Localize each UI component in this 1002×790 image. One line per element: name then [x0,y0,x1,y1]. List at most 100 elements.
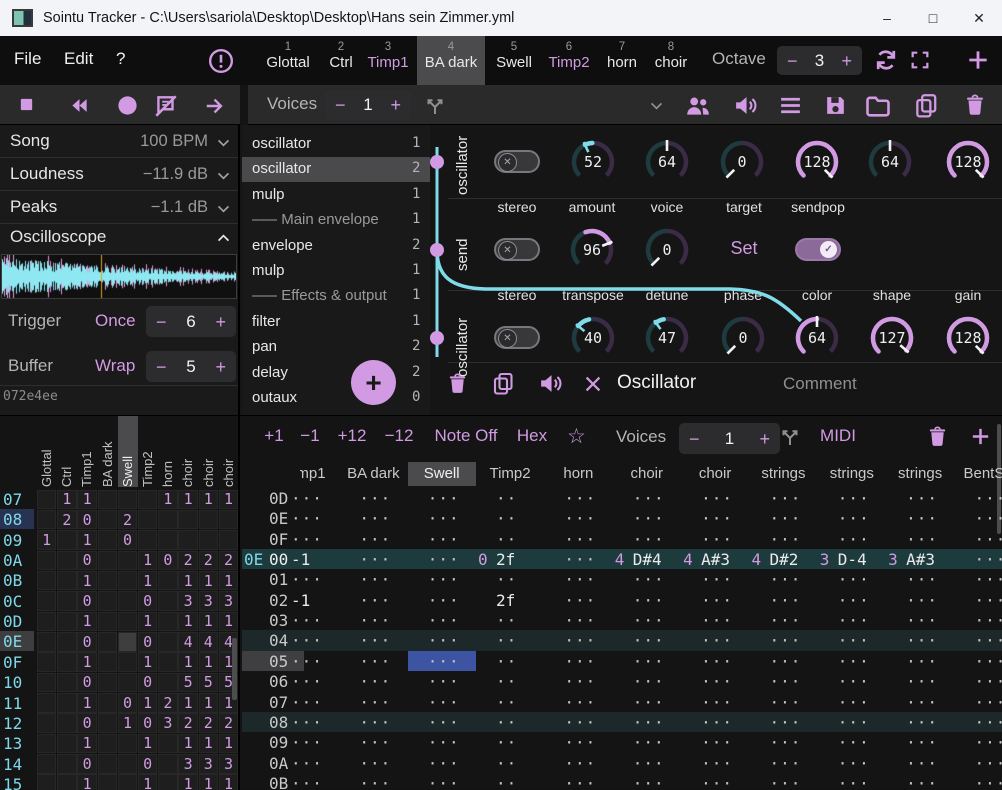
trash-icon[interactable] [926,425,949,448]
note-cell[interactable]: ··· [408,733,476,752]
note-cell[interactable]: ··· [955,754,1002,773]
note-cell[interactable]: ·· [476,489,544,508]
note-cell[interactable]: ··· [613,509,681,528]
tab-instrument-choir[interactable]: 8choir [648,36,694,85]
note-cell[interactable]: ··· [339,693,407,712]
pattern-cell[interactable]: 1 [138,612,157,632]
note-cell[interactable]: ··· [544,509,612,528]
note-cell[interactable]: ··· [955,693,1002,712]
chevron-down-icon[interactable] [215,134,232,151]
chevron-up-icon[interactable] [215,230,232,247]
pattern-cell[interactable]: 1 [77,693,96,713]
menu-help[interactable]: ? [116,49,125,69]
note-cell[interactable]: ··· [955,550,1002,569]
note-cell[interactable]: ··· [749,509,817,528]
note-cell[interactable]: ··· [271,530,339,549]
pattern-cell[interactable] [37,490,56,510]
note-cell[interactable]: ··· [613,489,681,508]
note-cell[interactable]: ··· [271,774,339,790]
note-cell[interactable]: ··· [886,591,954,610]
note-cell[interactable]: ··· [886,489,954,508]
close-button[interactable]: ✕ [956,0,1002,36]
menu-icon[interactable] [778,93,803,118]
note-cell[interactable]: ··· [818,652,886,671]
pattern-cell[interactable] [37,734,56,754]
trigger-mode-button[interactable]: Once [95,311,136,331]
note-cell[interactable]: ··· [749,774,817,790]
pattern-cell[interactable]: 1 [138,774,157,790]
note-off-flag-icon[interactable] [153,93,179,119]
pattern-cell[interactable] [219,530,238,550]
note-cell[interactable]: 02f [476,550,544,569]
note-cell[interactable]: ··· [408,672,476,691]
star-icon[interactable]: ☆ [567,424,586,449]
note-cell[interactable]: ··· [749,611,817,630]
chevron-down-icon[interactable] [215,167,232,184]
note-cell[interactable]: ··· [271,489,339,508]
pattern-cell[interactable]: 2 [118,510,137,530]
note-cell[interactable]: ··· [955,591,1002,610]
voices-plus-button[interactable]: + [390,96,401,114]
pattern-cell[interactable] [118,774,137,790]
note-cell[interactable]: ··· [339,733,407,752]
pattern-cell[interactable]: 1 [158,490,177,510]
note-cell[interactable]: ··· [408,652,476,671]
pattern-cell[interactable]: 1 [219,774,238,790]
pattern-cell[interactable]: 1 [178,652,197,672]
note-cell[interactable]: ··· [886,611,954,630]
pattern-cell[interactable]: 1 [219,612,238,632]
note-cell[interactable]: ··· [955,570,1002,589]
note-cell[interactable]: ··· [408,631,476,650]
pattern-track-header-3[interactable]: BA dark [100,419,115,487]
note-cell[interactable]: ··· [271,672,339,691]
buffer-plus-button[interactable]: + [215,358,226,376]
note-cell[interactable]: ··· [339,530,407,549]
pattern-cell[interactable] [118,591,137,611]
pattern-cell[interactable] [37,632,56,652]
pattern-cell[interactable] [98,673,117,693]
pattern-track-header-0[interactable]: Glottal [39,419,54,487]
pattern-cell[interactable] [57,612,76,632]
pattern-cell[interactable] [57,530,76,550]
pattern-cell[interactable]: 0 [138,754,157,774]
note-cell[interactable]: ··· [544,611,612,630]
knob-amount[interactable]: 96 [567,225,617,275]
note-cell[interactable]: ··· [339,509,407,528]
note-cell[interactable]: ··· [408,509,476,528]
pattern-cell[interactable]: 5 [178,673,197,693]
note-cell[interactable]: ··· [339,754,407,773]
pattern-cell[interactable] [57,571,76,591]
note-cell[interactable]: ··· [339,550,407,569]
trash-icon[interactable] [963,93,987,117]
pattern-cell[interactable]: 3 [199,754,218,774]
pattern-cell[interactable]: 1 [57,490,76,510]
note-cell[interactable]: ··· [271,713,339,732]
pattern-cell[interactable]: 0 [138,713,157,733]
pattern-cell[interactable] [37,612,56,632]
oscilloscope-row[interactable]: Oscilloscope [0,224,238,253]
transpose-button-hex[interactable]: Hex [490,426,574,446]
note-cell[interactable]: ··· [749,713,817,732]
note-cell[interactable]: ··· [271,509,339,528]
pattern-cell[interactable]: 3 [178,591,197,611]
toggle-stereo[interactable]: ✕ [494,238,540,261]
note-cell[interactable]: ··· [886,713,954,732]
pattern-cell[interactable]: 2 [199,713,218,733]
note-cell[interactable]: ··· [749,754,817,773]
pattern-cell[interactable]: 1 [219,734,238,754]
knob-param[interactable]: 64 [865,137,915,187]
note-cell[interactable]: ··· [544,591,612,610]
folder-icon[interactable] [864,92,892,120]
pattern-cell[interactable]: 1 [178,612,197,632]
pattern-cell[interactable] [158,652,177,672]
knob-param[interactable]: 128 [792,137,842,187]
note-cell[interactable]: ··· [271,754,339,773]
note-cell[interactable]: ··· [613,713,681,732]
pattern-cell[interactable] [199,510,218,530]
pattern-cell[interactable] [118,652,137,672]
note-cell[interactable]: -1 [271,591,339,610]
knob-gain[interactable]: 128 [943,313,993,363]
pattern-cell[interactable]: 0 [77,673,96,693]
pattern-cell[interactable] [57,774,76,790]
note-cell[interactable]: ··· [544,713,612,732]
